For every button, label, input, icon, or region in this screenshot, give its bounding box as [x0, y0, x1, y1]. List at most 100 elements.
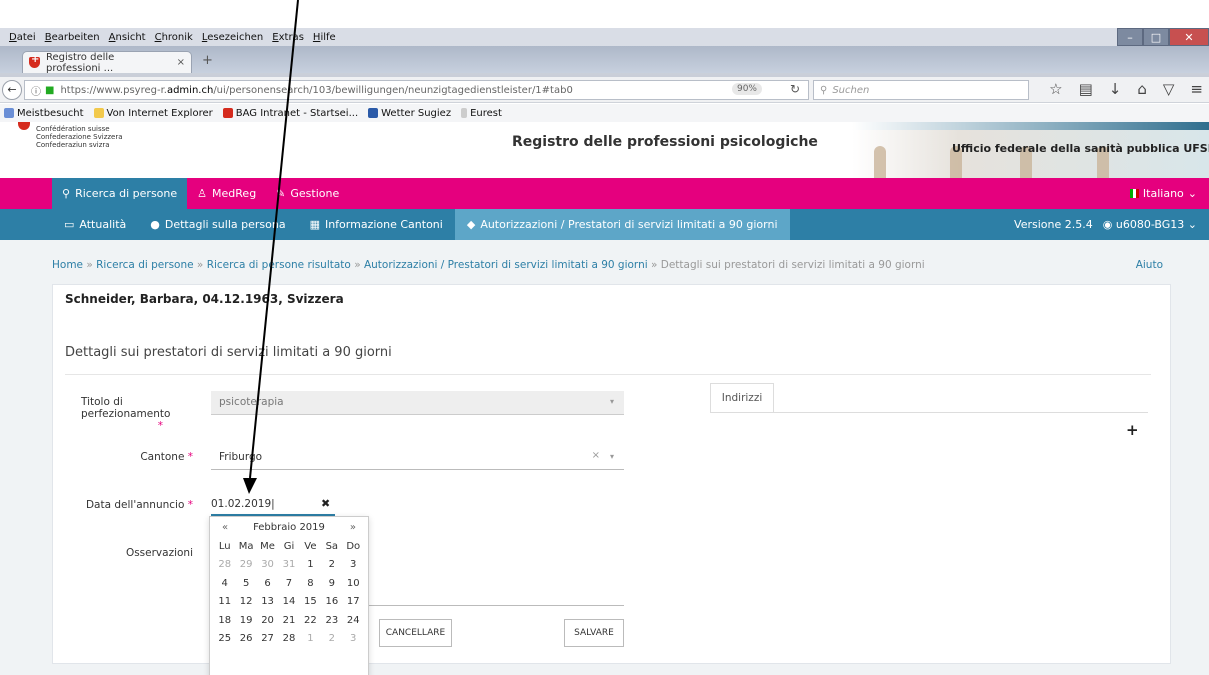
nav-gestione[interactable]: ✎ Gestione — [266, 178, 349, 209]
calendar-day[interactable]: 1 — [300, 633, 321, 644]
add-address-icon[interactable]: + — [1126, 421, 1139, 439]
calendar-day[interactable]: 6 — [257, 578, 278, 589]
user-menu[interactable]: ◉ u6080-BG13 ⌄ — [1103, 218, 1197, 231]
menu-extras[interactable]: Extras — [272, 32, 304, 43]
calendar-day[interactable]: 8 — [300, 578, 321, 589]
save-button[interactable]: SALVARE — [564, 619, 624, 647]
clear-icon[interactable]: × — [592, 450, 600, 461]
bookmark-item[interactable]: Meistbesucht — [4, 108, 84, 119]
minimize-icon[interactable]: – — [1117, 28, 1143, 46]
calendar-day[interactable]: 3 — [343, 633, 364, 644]
titolo-select[interactable]: psicoterapia ▾ — [211, 391, 624, 415]
browser-tabstrip: Registro delle professioni ... × + — [0, 46, 1209, 74]
maximize-icon[interactable]: □ — [1143, 28, 1169, 46]
datepicker-month[interactable]: Febbraio 2019 — [253, 522, 325, 533]
tab-autorizzazioni[interactable]: ◆ Autorizzazioni / Prestatori di servizi… — [454, 209, 790, 240]
back-icon[interactable]: ← — [2, 79, 22, 100]
version-label: Versione 2.5.4 — [1014, 218, 1093, 231]
breadcrumb: Home » Ricerca di persone » Ricerca di p… — [52, 259, 925, 271]
bookmark-item[interactable]: Von Internet Explorer — [93, 108, 213, 119]
breadcrumb-separator: » — [650, 259, 661, 271]
calendar-day[interactable]: 18 — [214, 615, 235, 626]
person-heading: Schneider, Barbara, 04.12.1963, Svizzera — [65, 292, 344, 306]
cancel-button[interactable]: CANCELLARE — [379, 619, 452, 647]
calendar-day[interactable]: 7 — [278, 578, 299, 589]
calendar-day[interactable]: 9 — [321, 578, 342, 589]
calendar-day[interactable]: 4 — [214, 578, 235, 589]
calendar-day[interactable]: 11 — [214, 596, 235, 607]
breadcrumb-link[interactable]: Ricerca di persone risultato — [207, 259, 351, 271]
pocket-icon[interactable]: ▽ — [1163, 80, 1175, 98]
data-annuncio-input[interactable]: 01.02.2019| — [211, 494, 335, 516]
calendar-day[interactable]: 20 — [257, 615, 278, 626]
calendar-day[interactable]: 29 — [235, 559, 256, 570]
bookmark-item[interactable]: Wetter Sugiez — [368, 108, 451, 119]
tab-indirizzi[interactable]: Indirizzi — [710, 383, 774, 413]
zoom-level[interactable]: 90% — [731, 83, 762, 95]
nav-ricerca-persone[interactable]: ⚲ Ricerca di persone — [52, 178, 188, 209]
tab-dettagli-persona[interactable]: ● Dettagli sulla persona — [138, 209, 297, 240]
menu-lesezeichen[interactable]: Lesezeichen — [202, 32, 263, 43]
tab-attualita[interactable]: ▭ Attualità — [52, 209, 138, 240]
calendar-day[interactable]: 28 — [214, 559, 235, 570]
browser-tab-active[interactable]: Registro delle professioni ... × — [22, 51, 192, 74]
cantone-select[interactable]: Friburgo × ▾ — [211, 446, 624, 470]
bookmarks-bar: Meistbesucht Von Internet Explorer BAG I… — [0, 104, 1209, 122]
calendar-day[interactable]: 2 — [321, 633, 342, 644]
breadcrumb-link[interactable]: Ricerca di persone — [96, 259, 193, 271]
weather-icon — [368, 108, 379, 118]
menu-bearbeiten[interactable]: Bearbeiten — [45, 32, 100, 43]
calendar-day[interactable]: 1 — [300, 559, 321, 570]
calendar-day[interactable]: 15 — [300, 596, 321, 607]
calendar-day[interactable]: 5 — [235, 578, 256, 589]
clear-date-icon[interactable]: ✖ — [321, 497, 330, 510]
language-selector[interactable]: Italiano ⌄ — [1129, 187, 1197, 200]
calendar-day[interactable]: 24 — [343, 615, 364, 626]
nav-medreg[interactable]: ♙ MedReg — [187, 178, 266, 209]
calendar-day[interactable]: 30 — [257, 559, 278, 570]
new-tab-icon[interactable]: + — [202, 53, 213, 68]
calendar-day[interactable]: 31 — [278, 559, 299, 570]
menu-ansicht[interactable]: Ansicht — [109, 32, 146, 43]
calendar-day[interactable]: 26 — [235, 633, 256, 644]
calendar-day[interactable]: 3 — [343, 559, 364, 570]
calendar-day[interactable]: 28 — [278, 633, 299, 644]
calendar-day[interactable]: 21 — [278, 615, 299, 626]
calendar-day[interactable]: 23 — [321, 615, 342, 626]
close-window-icon[interactable]: ✕ — [1169, 28, 1209, 46]
bookmark-item[interactable]: Eurest — [461, 108, 502, 119]
calendar-day[interactable]: 22 — [300, 615, 321, 626]
next-month-button[interactable]: » — [350, 522, 356, 533]
browser-search-input[interactable]: ⚲ Suchen — [813, 80, 1029, 100]
calendar-day[interactable]: 10 — [343, 578, 364, 589]
bookmark-item[interactable]: BAG Intranet - Startsei... — [222, 108, 358, 119]
url-bar[interactable]: ⓘ ■ https://www.psyreg-r. admin.ch/ui/per… — [24, 80, 809, 100]
menu-datei[interactable]: Datei — [9, 32, 36, 43]
breadcrumb-link[interactable]: Autorizzazioni / Prestatori di servizi l… — [364, 259, 648, 271]
home-icon[interactable]: ⌂ — [1137, 80, 1147, 98]
calendar-day[interactable]: 16 — [321, 596, 342, 607]
hamburger-menu-icon[interactable]: ≡ — [1190, 80, 1203, 98]
menu-hilfe[interactable]: Hilfe — [313, 32, 336, 43]
calendar-day[interactable]: 17 — [343, 596, 364, 607]
calendar-day[interactable]: 27 — [257, 633, 278, 644]
wrench-icon: ✎ — [276, 187, 286, 200]
calendar-day[interactable]: 25 — [214, 633, 235, 644]
menu-chronik[interactable]: Chronik — [155, 32, 193, 43]
reading-list-icon[interactable]: ▤ — [1079, 80, 1093, 98]
calendar-day[interactable]: 12 — [235, 596, 256, 607]
reload-icon[interactable]: ↻ — [790, 82, 800, 96]
calendar-day[interactable]: 2 — [321, 559, 342, 570]
week-row: 11 12 13 14 15 16 17 — [210, 593, 368, 612]
weekday-label: Do — [346, 540, 361, 552]
calendar-day[interactable]: 14 — [278, 596, 299, 607]
breadcrumb-link[interactable]: Home — [52, 259, 83, 271]
help-link[interactable]: Aiuto — [1136, 259, 1163, 271]
tab-informazione-cantoni[interactable]: ▦ Informazione Cantoni — [298, 209, 455, 240]
bookmark-star-icon[interactable]: ☆ — [1049, 80, 1062, 98]
calendar-day[interactable]: 19 — [235, 615, 256, 626]
prev-month-button[interactable]: « — [222, 522, 228, 533]
download-icon[interactable]: ↓ — [1109, 80, 1122, 98]
calendar-day[interactable]: 13 — [257, 596, 278, 607]
tab-close-icon[interactable]: × — [177, 57, 185, 68]
